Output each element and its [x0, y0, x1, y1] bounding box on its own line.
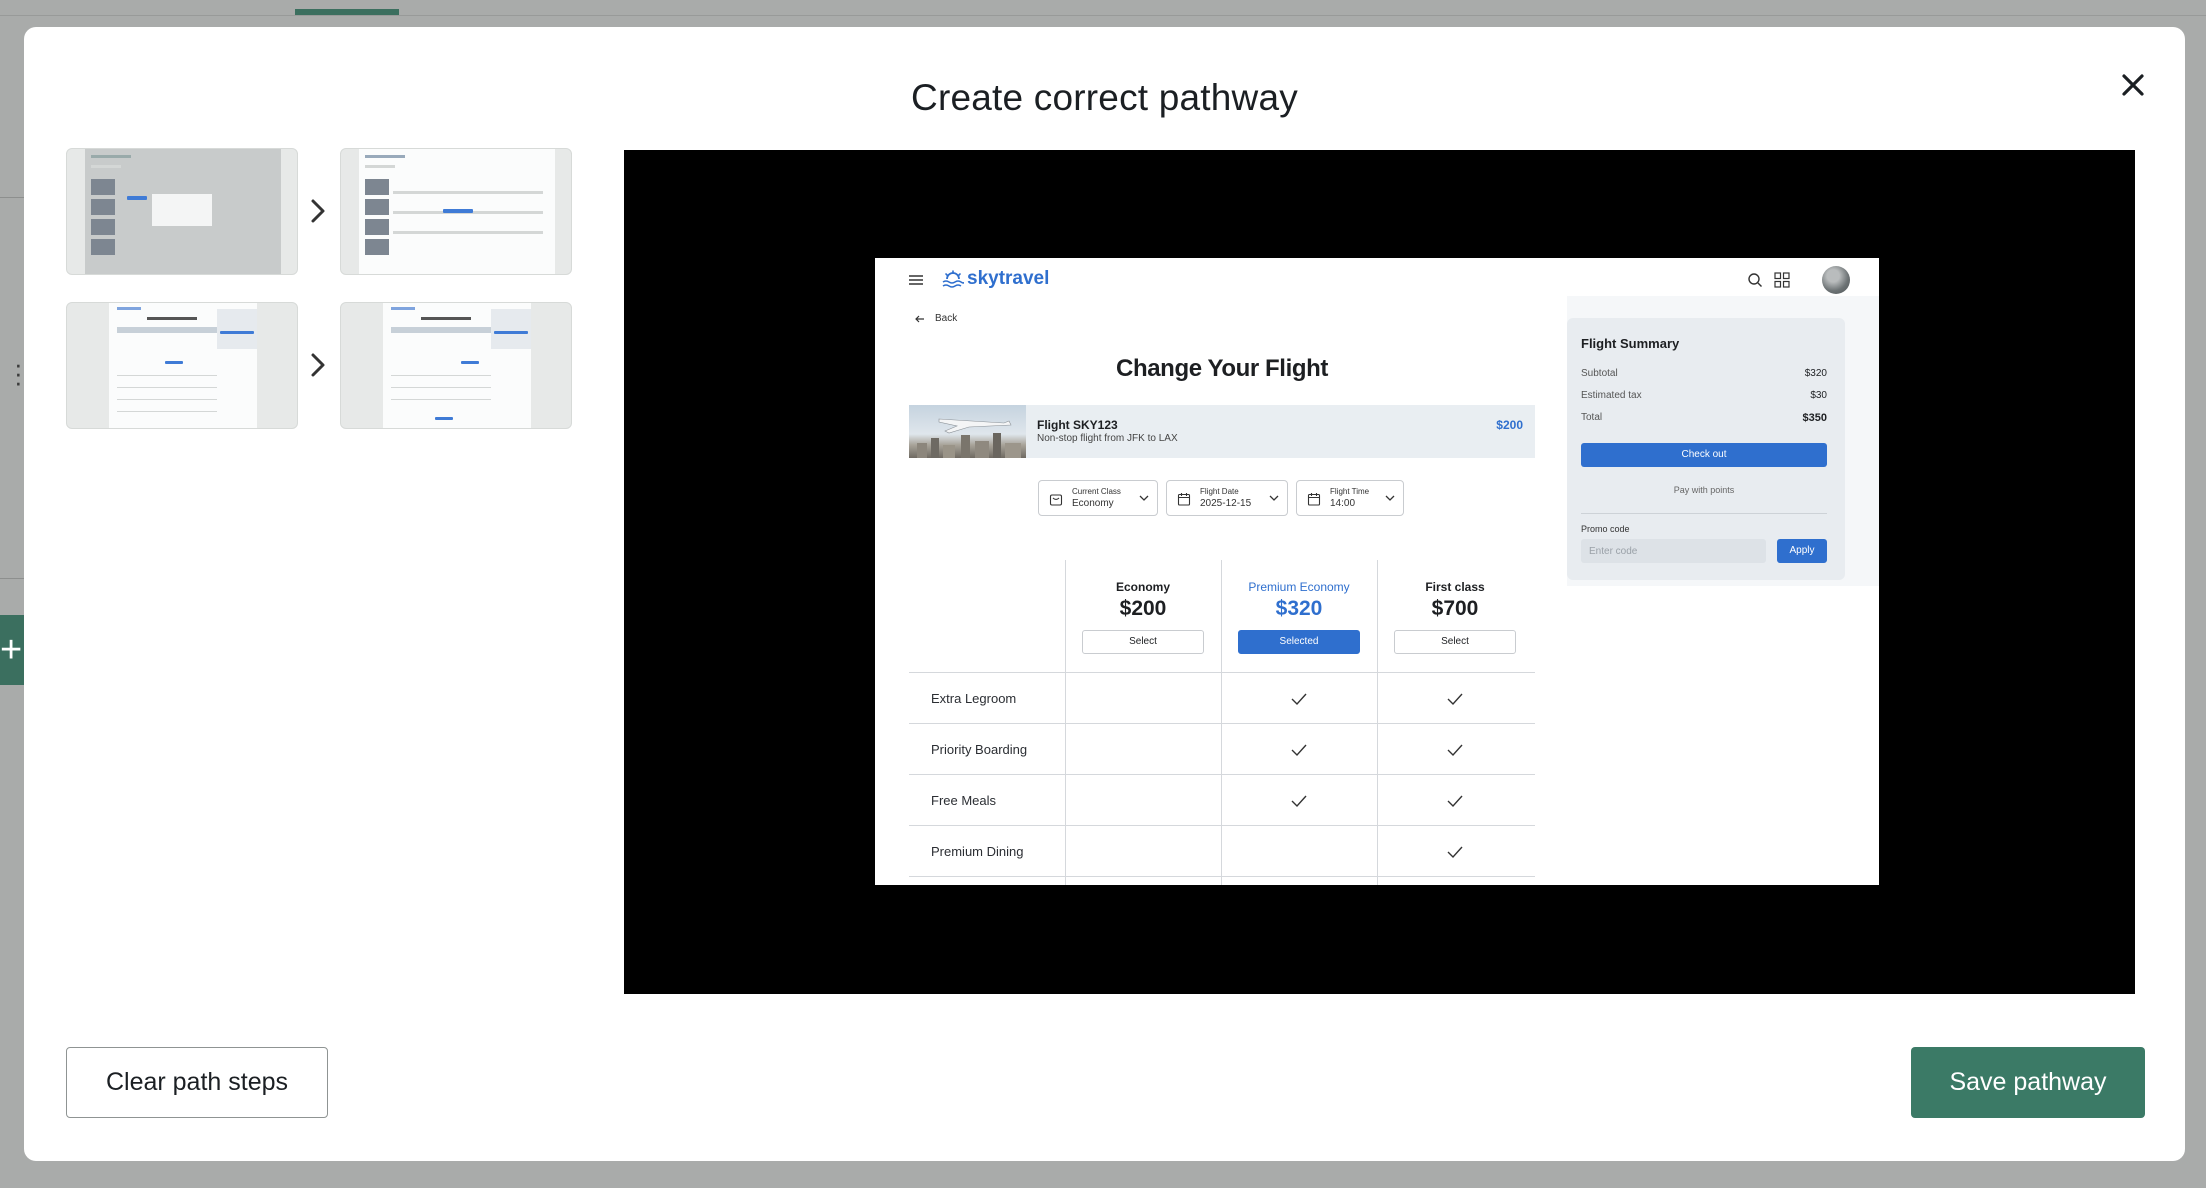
- step-preview: skytravel Back Change Your Flight Flight…: [624, 150, 2135, 994]
- table-divider: [909, 774, 1535, 775]
- tax-value: $30: [1810, 390, 1827, 401]
- clear-path-steps-button[interactable]: Clear path steps: [66, 1047, 328, 1118]
- feature-label: Priority Boarding: [931, 742, 1028, 757]
- subtotal-value: $320: [1804, 368, 1827, 379]
- path-step-thumbnail-3[interactable]: [66, 302, 298, 429]
- dropdown-label: Flight Date: [1200, 487, 1239, 496]
- check-icon: [1447, 693, 1463, 706]
- check-icon: [1291, 744, 1307, 757]
- create-pathway-modal: Create correct pathway skytravel Back Ch…: [24, 27, 2185, 1161]
- feature-label: Extra Legroom: [931, 691, 1017, 706]
- background-divider: [0, 578, 24, 579]
- class-name: First class: [1425, 580, 1485, 594]
- close-icon[interactable]: [2109, 61, 2157, 109]
- class-name: Economy: [1115, 580, 1170, 594]
- feature-label: Premium Dining: [931, 844, 1024, 859]
- tax-label: Estimated tax: [1581, 390, 1642, 401]
- screenshot-preview: skytravel Back Change Your Flight Flight…: [875, 258, 1879, 885]
- table-divider: [909, 876, 1535, 877]
- chevron-down-icon: [1269, 495, 1279, 501]
- select-premium-economy-button: Selected: [1238, 630, 1360, 654]
- modal-title: Create correct pathway: [911, 77, 1298, 118]
- calendar-icon: [1177, 493, 1191, 506]
- table-divider: [909, 672, 1535, 673]
- subtotal-label: Subtotal: [1581, 368, 1618, 379]
- dropdown-value: 2025-12-15: [1200, 498, 1252, 509]
- check-icon: [1291, 693, 1307, 706]
- chevron-right-icon: [306, 196, 330, 226]
- background-more-icon: · · ·: [14, 349, 23, 397]
- class-price: $200: [1119, 597, 1167, 620]
- avatar: [1822, 266, 1850, 294]
- summary-divider: [1581, 513, 1827, 514]
- apply-button: Apply: [1777, 539, 1827, 563]
- feature-label: Free Meals: [931, 793, 997, 808]
- path-step-thumbnail-1[interactable]: [66, 148, 298, 275]
- back-link: Back: [935, 313, 958, 324]
- promo-code-label: Promo code: [1581, 524, 1630, 534]
- promo-code-input: [1581, 539, 1766, 563]
- subtotal-row: Subtotal $320: [1581, 368, 1827, 379]
- pay-with-points-link: Pay with points: [1673, 485, 1735, 495]
- check-icon: [1447, 744, 1463, 757]
- airplane-photo: [909, 405, 1026, 458]
- brand-name: skytravel: [967, 268, 1050, 289]
- class-name: Premium Economy: [1248, 580, 1350, 594]
- save-pathway-button[interactable]: Save pathway: [1911, 1047, 2145, 1118]
- class-price: $700: [1431, 597, 1479, 620]
- bag-icon: [1049, 494, 1063, 506]
- dropdown-value: 14:00: [1330, 498, 1356, 509]
- skytravel-logo-icon: [942, 270, 964, 288]
- hamburger-icon: [909, 275, 923, 285]
- total-row: Total $350: [1581, 412, 1827, 424]
- chevron-right-icon: [306, 350, 330, 380]
- flight-price: $200: [1496, 418, 1523, 432]
- current-class-dropdown: Current Class Economy: [1038, 480, 1158, 516]
- dropdown-label: Flight Time: [1330, 487, 1370, 496]
- summary-title: Flight Summary: [1581, 336, 1680, 351]
- page-title: Change Your Flight: [1116, 355, 1328, 382]
- total-label: Total: [1581, 412, 1603, 423]
- class-price: $320: [1275, 597, 1323, 620]
- flight-card: Flight SKY123 Non-stop flight from JFK t…: [909, 405, 1535, 458]
- path-step-thumbnail-2[interactable]: [340, 148, 572, 275]
- dropdown-value: Economy: [1072, 498, 1114, 509]
- select-first-class-button: Select: [1394, 630, 1516, 654]
- flight-time-dropdown: Flight Time 14:00: [1296, 480, 1404, 516]
- check-icon: [1447, 795, 1463, 808]
- table-divider: [909, 723, 1535, 724]
- calendar-icon: [1307, 493, 1321, 506]
- search-icon: [1748, 273, 1762, 287]
- checkout-button: Check out: [1581, 443, 1827, 467]
- chevron-down-icon: [1385, 495, 1395, 501]
- select-economy-button: Select: [1082, 630, 1204, 654]
- flight-route: Non-stop flight from JFK to LAX: [1037, 433, 1178, 444]
- path-step-thumbnail-4[interactable]: [340, 302, 572, 429]
- background-add-icon: +: [0, 615, 26, 685]
- back-arrow-icon: [915, 315, 924, 323]
- background-divider: [0, 15, 2206, 16]
- dropdown-label: Current Class: [1072, 487, 1121, 496]
- table-divider: [909, 825, 1535, 826]
- background-divider: [0, 197, 24, 198]
- check-icon: [1291, 795, 1307, 808]
- check-icon: [1447, 846, 1463, 859]
- total-value: $350: [1802, 412, 1827, 424]
- apps-grid-icon: [1774, 272, 1790, 288]
- flight-date-dropdown: Flight Date 2025-12-15: [1166, 480, 1288, 516]
- chevron-down-icon: [1139, 495, 1149, 501]
- flight-name: Flight SKY123: [1037, 418, 1118, 432]
- tax-row: Estimated tax $30: [1581, 390, 1827, 401]
